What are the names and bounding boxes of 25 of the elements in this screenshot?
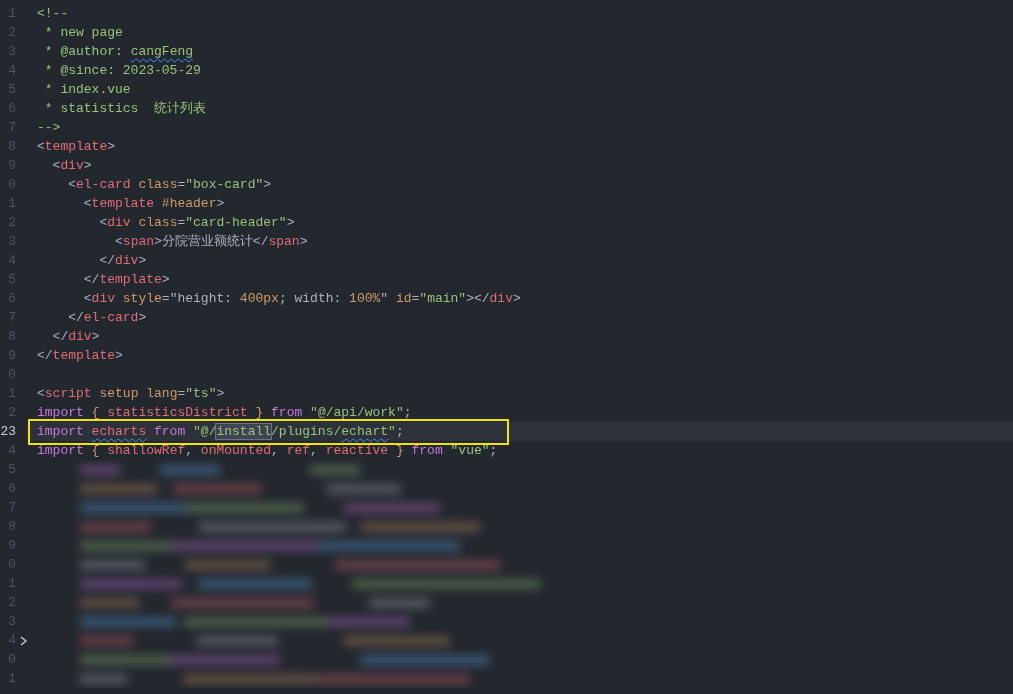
chevron-icon[interactable] (20, 635, 27, 646)
code-line: <script setup lang="ts"> (37, 385, 225, 403)
code-line: import { statisticsDistrict } from "@/api/work"; (37, 404, 412, 422)
code-line: <span>分院营业额统计</span> (114, 233, 308, 251)
code-line: * index.vue (43, 81, 131, 99)
code-line: </el-card> (67, 309, 147, 327)
code-line: <div style="height: 400px; width: 100%" id="main"></div> (82, 290, 521, 308)
code-line: </div> (51, 328, 100, 346)
code-line: </div> (98, 252, 147, 270)
code-line: --> (37, 119, 61, 137)
code-line: <!-- (37, 5, 69, 23)
code-line: <template> (37, 138, 116, 156)
code-line: </template> (37, 347, 123, 365)
code-line: * statistics 统计列表 (43, 100, 207, 118)
line-number: 23 (0, 423, 17, 441)
code-line: <div> (51, 157, 92, 175)
code-line: * @author: cangFeng (43, 43, 194, 61)
code-line: * new page (43, 24, 123, 42)
code-line: import echarts from "@/install/plugins/echart"; (37, 423, 404, 441)
code-line: <div class="card-header"> (98, 214, 295, 232)
code-line: <el-card class="box-card"> (67, 176, 272, 194)
code-line: </template> (82, 271, 170, 289)
code-line: * @since: 2023-05-29 (43, 62, 201, 80)
code-line: import { shallowRef, onMounted, ref, reactive } from "vue"; (37, 442, 498, 460)
code-line: <template #header> (82, 195, 225, 213)
